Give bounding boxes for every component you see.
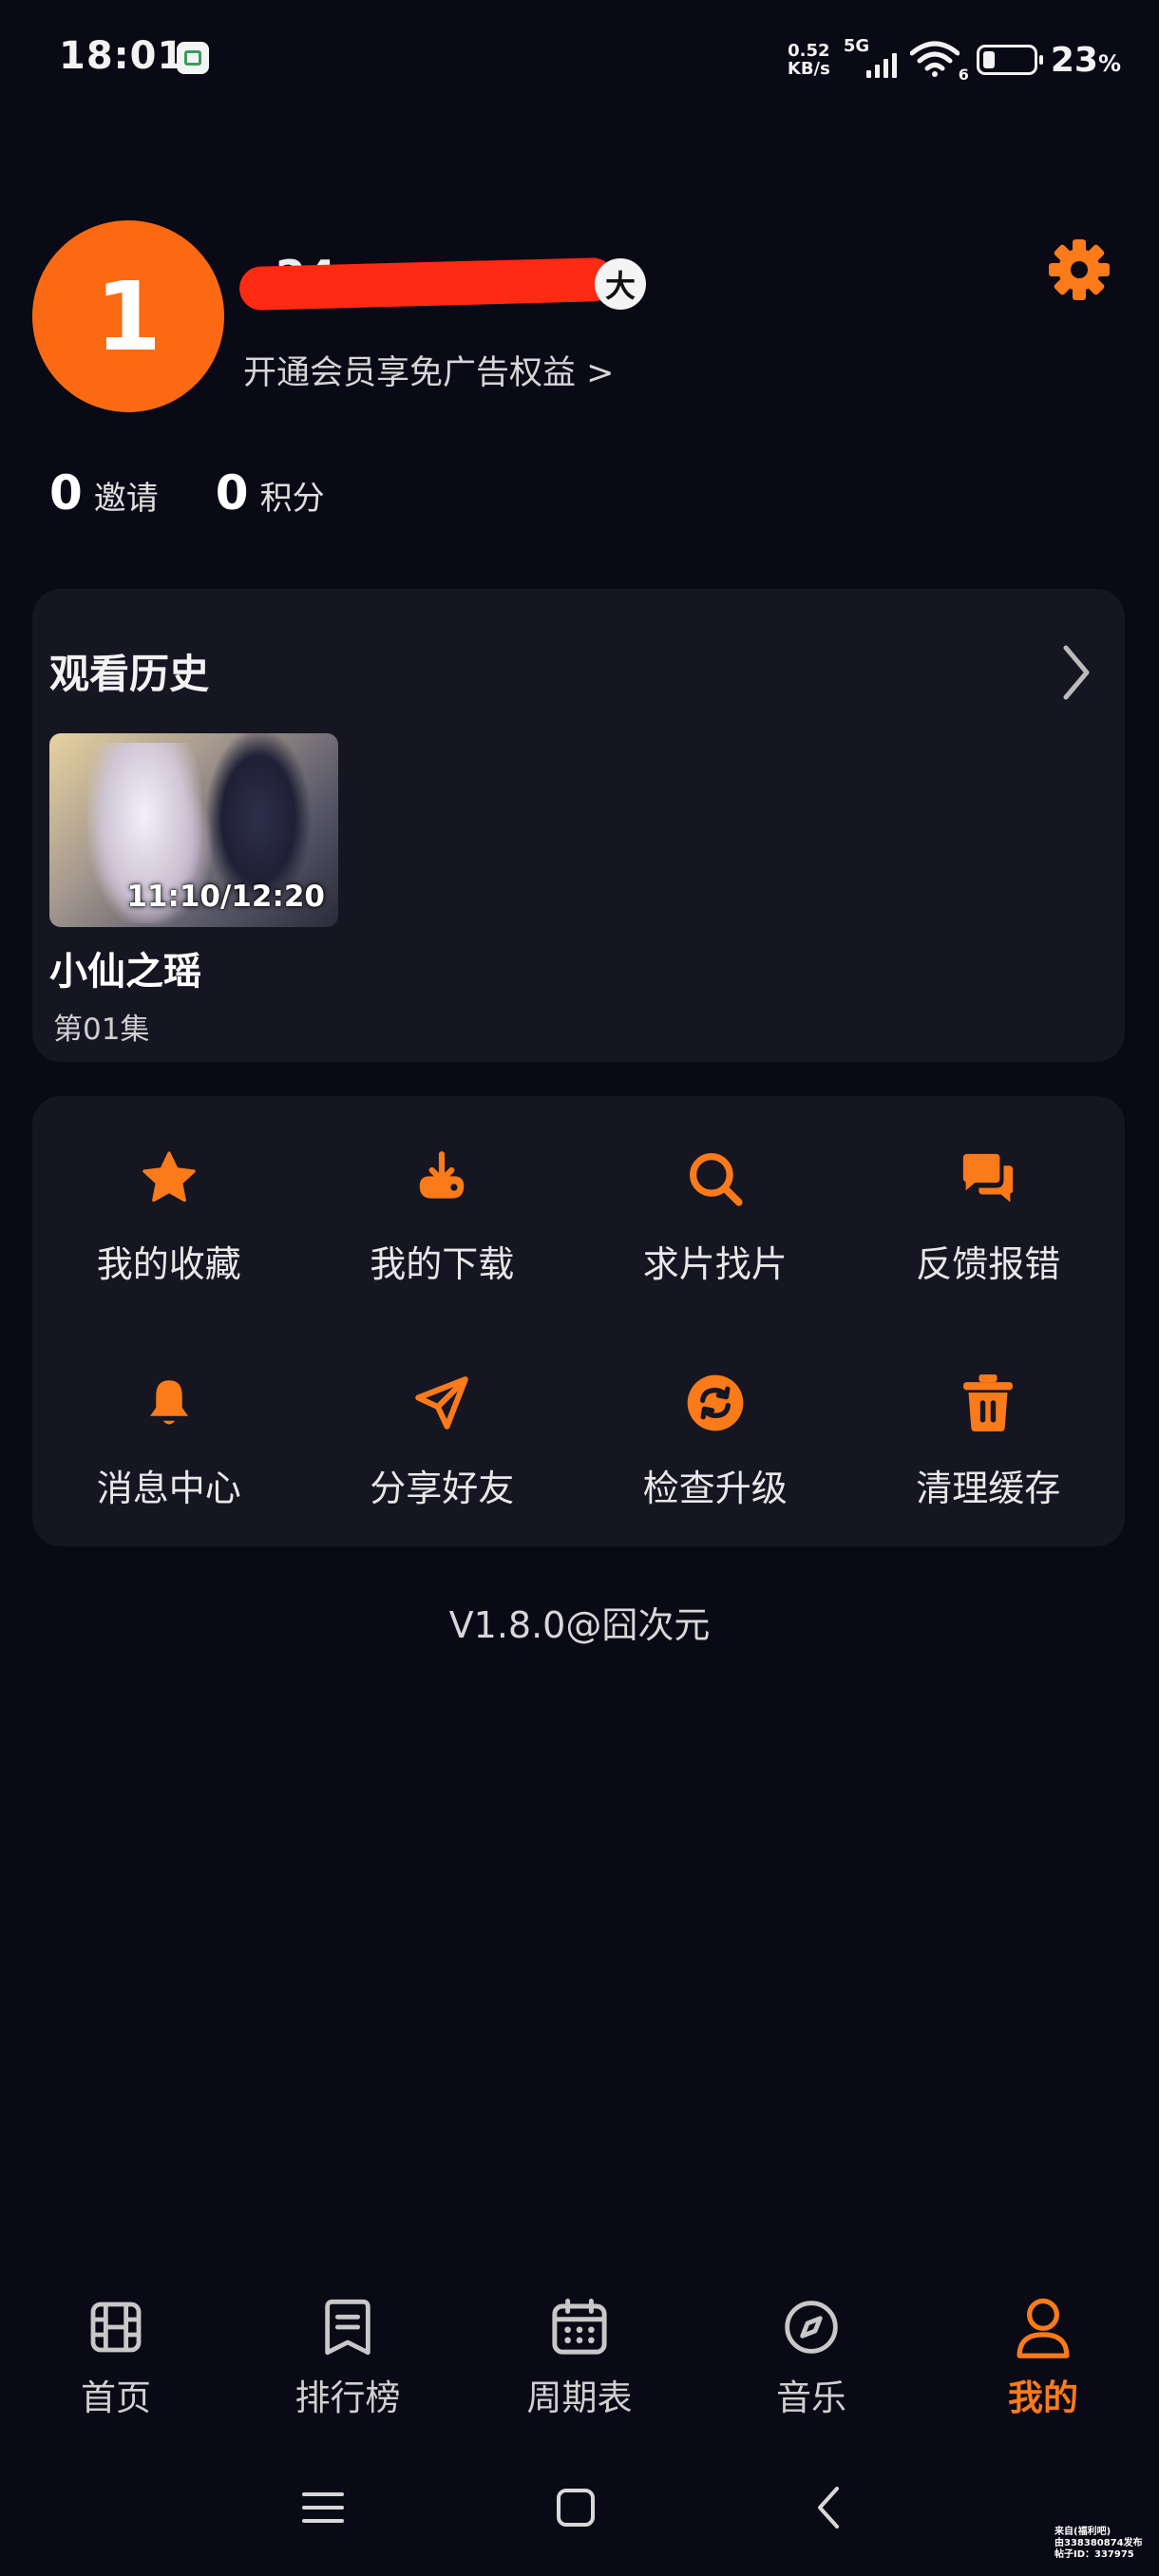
tab-rankings[interactable]: 排行榜 bbox=[232, 2293, 464, 2435]
watermark: 来自(福利吧) 由338380874发布 帖子ID：337975 bbox=[1054, 2527, 1143, 2560]
user-stats: 0 邀请 0 积分 bbox=[49, 465, 325, 521]
menu-label: 检查升级 bbox=[642, 1468, 788, 1509]
network-speed: 0.52 KB/s bbox=[788, 42, 830, 78]
section-title: 观看历史 bbox=[49, 651, 210, 697]
stat-label: 积分 bbox=[259, 480, 325, 518]
calendar-icon bbox=[545, 2293, 614, 2361]
history-more-button[interactable] bbox=[1056, 642, 1094, 703]
settings-button[interactable] bbox=[1045, 236, 1113, 304]
cellular-signal-icon: 5G bbox=[844, 36, 897, 80]
menu-feedback[interactable]: 反馈报错 bbox=[852, 1096, 1126, 1320]
back-arrow-icon bbox=[818, 2487, 839, 2529]
app-notification-icon bbox=[177, 42, 209, 74]
star-icon bbox=[136, 1146, 202, 1212]
tab-schedule[interactable]: 周期表 bbox=[464, 2293, 695, 2435]
battery-percent: 23% bbox=[1050, 40, 1121, 80]
menu-label: 反馈报错 bbox=[916, 1243, 1061, 1285]
history-thumbnail[interactable]: 11:10/12:20 bbox=[49, 733, 338, 927]
level-badge: 大 bbox=[595, 258, 646, 310]
menu-share[interactable]: 分享好友 bbox=[306, 1320, 580, 1544]
stat-points[interactable]: 0 积分 bbox=[216, 465, 325, 521]
stat-value: 0 bbox=[215, 465, 249, 521]
history-item-title[interactable]: 小仙之瑶 bbox=[49, 940, 201, 995]
search-icon bbox=[682, 1146, 749, 1212]
tab-label: 排行榜 bbox=[294, 2377, 401, 2418]
bell-icon bbox=[136, 1370, 202, 1436]
home-button[interactable] bbox=[538, 2470, 614, 2546]
gear-icon bbox=[1049, 239, 1110, 300]
menu-request-video[interactable]: 求片找片 bbox=[579, 1096, 852, 1320]
status-time: 18:01 bbox=[59, 34, 185, 78]
wifi-label: 6 bbox=[958, 66, 969, 84]
menu-label: 分享好友 bbox=[370, 1468, 515, 1509]
vip-upgrade-link[interactable]: 开通会员享免广告权益 > bbox=[243, 346, 614, 394]
feature-menu-card: 我的收藏 我的下载 求片找片 反馈报错 消息中心 分享好友 检查升级 清理缓存 bbox=[32, 1096, 1125, 1546]
stat-label: 邀请 bbox=[93, 480, 159, 518]
square-icon bbox=[557, 2489, 595, 2527]
tab-label: 我的 bbox=[1008, 2377, 1078, 2418]
chat-icon bbox=[955, 1146, 1021, 1212]
tab-mine[interactable]: 我的 bbox=[927, 2293, 1159, 2435]
user-icon bbox=[1009, 2293, 1077, 2361]
compass-icon bbox=[777, 2293, 846, 2361]
trash-icon bbox=[955, 1370, 1021, 1436]
menu-icon bbox=[302, 2492, 344, 2523]
back-button[interactable] bbox=[790, 2470, 866, 2546]
send-icon bbox=[408, 1370, 475, 1436]
avatar[interactable]: 1 bbox=[32, 220, 224, 412]
film-icon bbox=[82, 2293, 150, 2361]
bottom-tab-bar: 首页 排行榜 周期表 音乐 我的 bbox=[0, 2293, 1159, 2435]
battery-icon bbox=[976, 45, 1043, 75]
stat-invites[interactable]: 0 邀请 bbox=[49, 465, 159, 521]
bookmark-list-icon bbox=[314, 2293, 382, 2361]
progress-time: 11:10/12:20 bbox=[126, 880, 325, 914]
status-indicators: 0.52 KB/s 5G 6 23% bbox=[788, 36, 1121, 84]
chevron-right-icon bbox=[1063, 645, 1090, 700]
network-speed-unit: KB/s bbox=[787, 59, 830, 79]
wifi-icon: 6 bbox=[909, 40, 969, 84]
tab-label: 首页 bbox=[81, 2377, 151, 2418]
menu-label: 我的收藏 bbox=[96, 1243, 241, 1285]
menu-messages[interactable]: 消息中心 bbox=[32, 1320, 306, 1544]
menu-clear-cache[interactable]: 清理缓存 bbox=[852, 1320, 1126, 1544]
tab-label: 音乐 bbox=[776, 2377, 846, 2418]
menu-downloads[interactable]: 我的下载 bbox=[306, 1096, 580, 1320]
history-item-episode: 第01集 bbox=[53, 1013, 150, 1047]
tab-home[interactable]: 首页 bbox=[0, 2293, 232, 2435]
menu-label: 我的下载 bbox=[370, 1243, 515, 1285]
battery-fill bbox=[982, 51, 995, 68]
menu-check-update[interactable]: 检查升级 bbox=[579, 1320, 852, 1544]
network-speed-value: 0.52 bbox=[788, 41, 830, 61]
system-navigation-bar bbox=[0, 2470, 1159, 2546]
tab-music[interactable]: 音乐 bbox=[695, 2293, 927, 2435]
refresh-icon bbox=[682, 1370, 749, 1436]
tab-label: 周期表 bbox=[526, 2377, 633, 2418]
menu-favorites[interactable]: 我的收藏 bbox=[32, 1096, 306, 1320]
recent-apps-button[interactable] bbox=[285, 2470, 361, 2546]
menu-label: 求片找片 bbox=[642, 1243, 788, 1285]
stat-value: 0 bbox=[49, 465, 83, 521]
menu-label: 消息中心 bbox=[96, 1468, 241, 1509]
redaction-mark bbox=[238, 256, 616, 312]
menu-label: 清理缓存 bbox=[916, 1468, 1061, 1509]
download-icon bbox=[408, 1146, 475, 1212]
status-bar: 18:01 0.52 KB/s 5G 6 23% bbox=[0, 0, 1159, 114]
app-version: V1.8.0@囧次元 bbox=[448, 1604, 711, 1646]
watch-history-card: 观看历史 11:10/12:20 小仙之瑶 第01集 bbox=[32, 589, 1125, 1062]
